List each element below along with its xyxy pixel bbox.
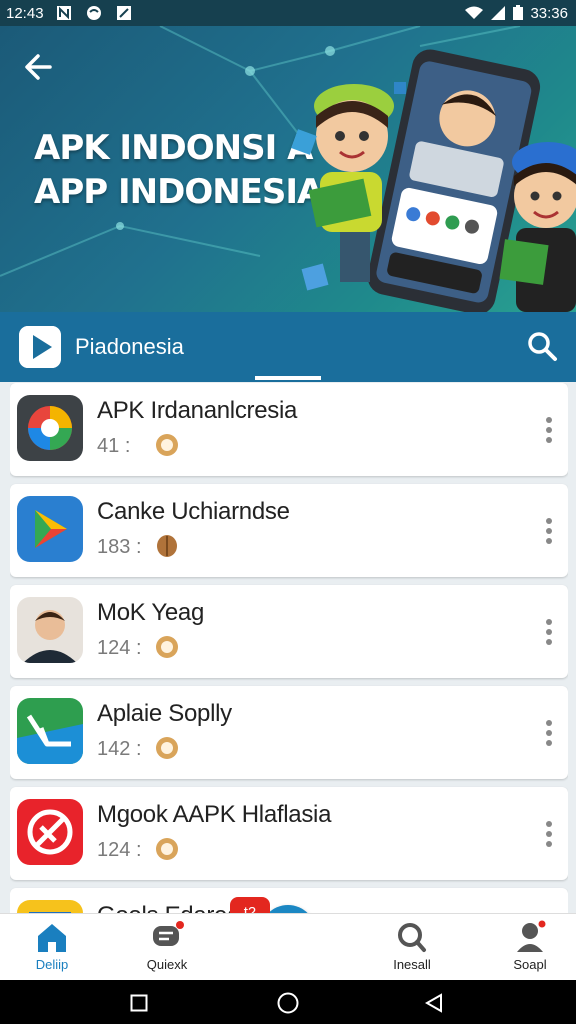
battery-icon bbox=[513, 5, 524, 20]
hero-title-line2: APP INDONESIA bbox=[34, 172, 323, 212]
recents-icon[interactable] bbox=[130, 994, 148, 1012]
yellow-app-icon bbox=[17, 900, 83, 913]
nav-label: Quiexk bbox=[146, 957, 188, 972]
nav-profile[interactable]: Soapl bbox=[485, 920, 575, 972]
hero-banner: APK INDONSI A APP INDONESIA bbox=[0, 26, 576, 312]
more-options-icon[interactable] bbox=[544, 415, 554, 445]
status-bar: 12:43 33:36 bbox=[0, 0, 576, 26]
profile-icon bbox=[517, 920, 546, 952]
list-item[interactable]: Aplaie Soplly 142 : bbox=[10, 686, 568, 779]
play-logo-icon bbox=[19, 326, 61, 368]
list-item[interactable]: APK Irdananlcresia 41 : bbox=[10, 383, 568, 476]
home-icon bbox=[38, 924, 66, 952]
home-circle-icon[interactable] bbox=[277, 992, 299, 1014]
hero-title: APK INDONSI A APP INDONESIA bbox=[34, 126, 323, 214]
signal-n-icon bbox=[56, 6, 71, 20]
status-time: 12:43 bbox=[6, 4, 44, 22]
rating-badge-icon bbox=[157, 535, 177, 557]
more-options-icon[interactable] bbox=[544, 617, 554, 647]
app-name: Piadonesia bbox=[75, 334, 184, 359]
nav-home[interactable]: Deliip bbox=[7, 920, 97, 972]
wifi-icon bbox=[465, 6, 484, 19]
app-count: 142 : bbox=[97, 738, 142, 760]
nav-label: Deliip bbox=[35, 957, 69, 972]
more-options-icon[interactable] bbox=[544, 516, 554, 546]
rating-badge-icon bbox=[156, 636, 178, 658]
play-store-icon bbox=[17, 496, 83, 562]
search-icon bbox=[398, 923, 426, 952]
list-item[interactable]: Canke Uchiarndse 183 : bbox=[10, 484, 568, 577]
app-count: 124 : bbox=[97, 637, 142, 659]
app-title: MoK Yeag bbox=[97, 599, 205, 626]
more-options-icon[interactable] bbox=[544, 819, 554, 849]
hero-title-line1: APK INDONSI A bbox=[34, 128, 313, 168]
checkbox-icon bbox=[116, 6, 131, 20]
app-count: 41 : bbox=[97, 435, 131, 457]
nav-search[interactable]: Inesall bbox=[367, 920, 457, 972]
hero-illustration bbox=[291, 49, 576, 312]
green-app-icon bbox=[17, 698, 83, 764]
status-clock-right: 33:36 bbox=[530, 4, 568, 22]
app-count: 183 : bbox=[97, 536, 142, 558]
back-triangle-icon[interactable] bbox=[424, 993, 444, 1013]
app-title: Gools Edared bbox=[97, 902, 240, 913]
rating-badge-icon bbox=[156, 838, 178, 860]
nav-chat[interactable]: Quiexk bbox=[122, 920, 212, 972]
app-bar: Piadonesia bbox=[0, 312, 576, 382]
more-options-icon[interactable] bbox=[544, 718, 554, 748]
chat-icon bbox=[153, 921, 184, 946]
app-title: Canke Uchiarndse bbox=[97, 498, 290, 525]
avatar-photo bbox=[17, 597, 83, 663]
rating-badge-icon bbox=[156, 737, 178, 759]
list-item[interactable]: MoK Yeag 124 : bbox=[10, 585, 568, 678]
tab-indicator bbox=[255, 376, 321, 380]
nav-label: Inesall bbox=[393, 957, 431, 972]
bottom-nav: Deliip Quiexk Inesall Soapl bbox=[0, 913, 576, 981]
app-title: Mgook AAPK Hlaflasia bbox=[97, 801, 332, 828]
nav-label: Soapl bbox=[513, 957, 547, 972]
chrome-like-icon bbox=[17, 395, 83, 461]
cell-signal-icon bbox=[491, 6, 506, 20]
back-arrow-icon[interactable] bbox=[20, 48, 58, 86]
app-list[interactable]: APK Irdananlcresia 41 : Canke Uchiarndse… bbox=[10, 383, 568, 913]
list-item[interactable]: Mgook AAPK Hlaflasia 124 : bbox=[10, 787, 568, 880]
system-nav-bar bbox=[0, 980, 576, 1024]
red-app-icon bbox=[17, 799, 83, 865]
mail-icon bbox=[86, 6, 101, 20]
app-count: 124 : bbox=[97, 839, 142, 861]
search-icon[interactable] bbox=[526, 330, 558, 362]
app-title: APK Irdananlcresia bbox=[97, 397, 298, 424]
app-title: Aplaie Soplly bbox=[97, 700, 232, 727]
rating-badge-icon bbox=[156, 434, 178, 456]
